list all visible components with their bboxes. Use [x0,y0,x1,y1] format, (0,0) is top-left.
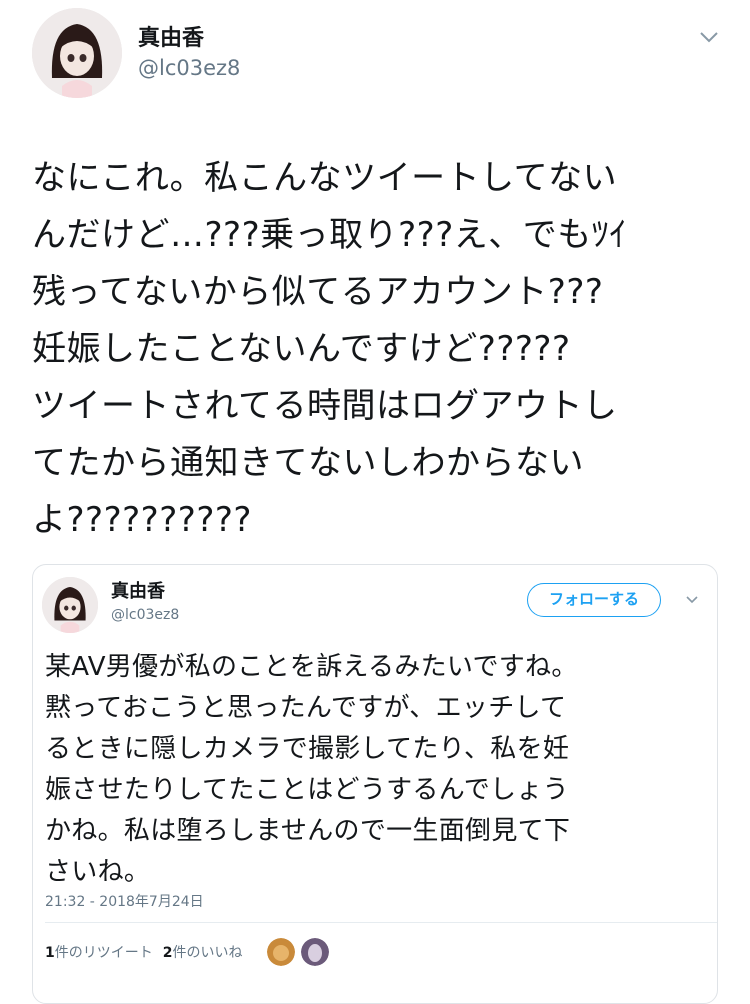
user-handle[interactable]: @lc03ez8 [138,56,240,80]
display-name: 真由香 [111,581,165,602]
tweet-stats: 1件のリツイート 2件のいいね [45,938,329,966]
avatar[interactable] [32,8,122,98]
avatar-image [42,577,98,633]
liker-avatar [300,938,329,966]
chevron-down-icon [686,596,698,604]
follow-button: フォローする [527,583,661,617]
liker-avatars [261,938,329,966]
divider [45,922,717,923]
tweet-text: なにこれ。私こんなツイートしてない んだけど…???乗っ取り???え、でもﾂｲ … [32,158,627,540]
avatar [42,577,98,633]
quoted-tweet-image: 真由香 @lc03ez8 フォローする 某AV男優が私のことを訴えるみたいですね… [32,564,718,1004]
like-count: 2件のいいね [162,945,243,961]
retweet-count: 1件のリツイート [45,945,153,961]
avatar-image [32,8,122,98]
display-name[interactable]: 真由香 [138,20,204,52]
user-handle: @lc03ez8 [111,607,180,623]
chevron-down-icon[interactable] [696,24,722,50]
quoted-tweet-text: 某AV男優が私のことを訴えるみたいですね。 黙っておこうと思ったんですが、エッチ… [45,652,578,887]
liker-avatar [266,938,295,966]
timestamp: 21:32 - 2018年7月24日 [45,894,204,910]
